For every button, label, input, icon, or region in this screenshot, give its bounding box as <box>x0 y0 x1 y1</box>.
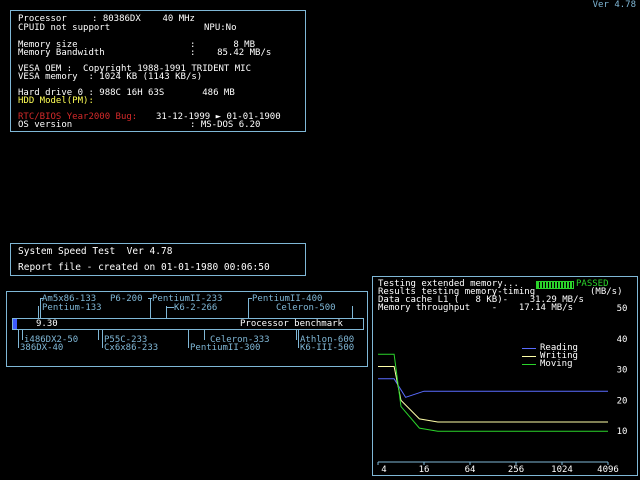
os-version-label: OS version <box>18 120 73 130</box>
y-tick-label: 20 <box>617 396 628 406</box>
y-tick-label: 10 <box>617 427 628 437</box>
os-version-value: : MS-DOS 6.20 <box>190 120 261 130</box>
series-writing-line <box>378 366 608 423</box>
npu-text: NPU:No <box>204 23 237 33</box>
bench-label-celeron-500: Celeron-500 <box>276 303 336 313</box>
x-tick-label: 1024 <box>551 465 573 474</box>
series-moving-line <box>378 353 608 432</box>
memory-bandwidth-label: Memory Bandwidth <box>18 48 105 58</box>
hdd-model-text: HDD Model(PM): <box>18 96 94 106</box>
y-tick-label: 40 <box>617 335 628 345</box>
processor-benchmark-value: 9.30 <box>36 319 58 329</box>
speed-test-title: System Speed Test Ver 4.78 <box>18 246 173 257</box>
legend-writing-swatch <box>522 356 536 357</box>
report-file-text: Report file - created on 01-01-1980 00:0… <box>18 262 270 273</box>
processor-benchmark-fill <box>13 319 17 329</box>
y-tick-label: 50 <box>617 304 628 314</box>
series-reading-line <box>378 378 608 398</box>
legend-moving-label: Moving <box>540 359 573 369</box>
legend-moving-swatch <box>522 364 536 365</box>
x-tick-label: 4 <box>381 465 386 474</box>
memory-timing-chart: 4 16 64 256 1024 4096 50 40 30 20 10 <box>377 304 628 474</box>
bench-label-k6-2-266: K6-2-266 <box>174 303 218 313</box>
cpuid-text: CPUID not support <box>18 23 111 33</box>
bench-label-k6-iii-500: K6-III-500 <box>300 343 355 353</box>
bench-label-386dx-40: 386DX-40 <box>20 343 64 353</box>
version-label: Ver 4.78 <box>592 0 636 10</box>
processor-benchmark-label: Processor benchmark <box>240 319 343 329</box>
x-tick-label: 4096 <box>597 465 619 474</box>
bench-label-pentium-133: Pentium-133 <box>42 303 102 313</box>
legend-reading-swatch <box>522 348 536 349</box>
memory-bandwidth-value: : 85.42 MB/s <box>190 48 272 58</box>
x-tick-label: 64 <box>465 465 476 474</box>
x-tick-label: 16 <box>419 465 430 474</box>
memtest-unit: (MB/s) <box>590 287 623 297</box>
bench-label-p6-200: P6-200 <box>110 294 143 304</box>
memtest-progress-bar <box>536 281 574 289</box>
y-tick-label: 30 <box>617 366 628 376</box>
bench-label-cx6x86-233: Cx6x86-233 <box>104 343 159 353</box>
x-tick-label: 256 <box>508 465 524 474</box>
bench-label-pentiumii-300: PentiumII-300 <box>190 343 261 353</box>
vesa-memory-text: VESA memory : 1024 KB (1143 KB/s) <box>18 72 203 82</box>
